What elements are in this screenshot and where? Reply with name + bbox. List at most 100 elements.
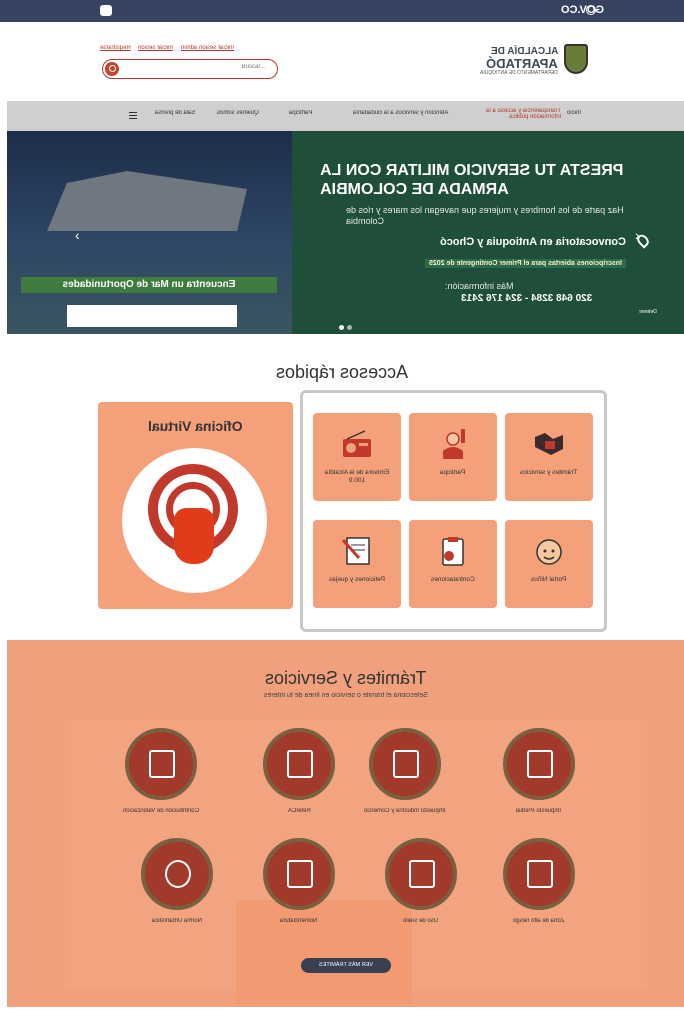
nav-item-participa[interactable]: Participa — [289, 110, 312, 116]
tile-label: Trámites y servicios — [520, 469, 578, 476]
tile-label: Peticiones y quejas — [328, 576, 385, 583]
glyph — [149, 750, 175, 778]
nav-item-transparencia[interactable]: Transparencia y acceso a la información … — [481, 108, 561, 120]
coat-of-arms-icon — [564, 44, 588, 74]
house-icon — [503, 728, 575, 800]
admin-login-link[interactable]: Iniciar sesión admin — [181, 45, 234, 51]
banner-encuentra: Encuentra un Mar de Oportunidades — [21, 277, 277, 293]
svc-label: Norma Urbanística — [151, 918, 202, 924]
banner-phones: 320 648 3284 - 324 176 2413 — [460, 293, 592, 304]
svc-zona-riesgo[interactable]: Zona de alto riesgo — [496, 838, 582, 938]
main-nav: Inicio Transparencia y acceso a la infor… — [7, 101, 684, 131]
accessibility-icon[interactable] — [100, 5, 112, 16]
tile-label: Emisora de la Alcaldía 100.9 — [324, 469, 390, 484]
registered-icon — [141, 838, 213, 910]
banner-mas-info: Más información: — [445, 281, 514, 291]
search-box — [102, 59, 278, 79]
gov-co-link[interactable]: GOV.CO — [561, 4, 604, 16]
logo-line2: APARTADÓ — [486, 56, 558, 71]
carousel-dot[interactable] — [339, 325, 344, 330]
svc-label: Uso de suelo — [403, 918, 439, 924]
hamburger-menu-icon[interactable] — [129, 112, 137, 119]
hero-carousel[interactable]: PRESTA TU SERVICIO MILITAR CON LA ARMADA… — [7, 131, 684, 334]
tile-label: Contrataciones — [431, 576, 475, 583]
nav-item-sala-prensa[interactable]: Sala de prensa — [155, 110, 195, 116]
svc-norma-urbanistica[interactable]: Norma Urbanística — [134, 838, 220, 938]
clipboard-icon — [442, 537, 464, 566]
carousel-prev-icon[interactable]: ‹ — [75, 227, 80, 243]
tramites-subtitle-text: Selecciona el trámite o servicio en líne… — [263, 692, 428, 699]
tramites-subtitle: Selecciona el trámite o servicio en líne… — [7, 692, 684, 699]
glyph — [287, 860, 313, 888]
building-icon — [369, 728, 441, 800]
tramites-title-text: Trámites y Servicios — [264, 668, 427, 688]
svc-industria-comercio[interactable]: Impuesto Industria y Comercio — [362, 728, 448, 828]
sponsor-logos — [67, 305, 237, 327]
glyph — [393, 750, 419, 778]
tile-tramites[interactable]: Trámites y servicios — [505, 413, 593, 501]
svc-label: Zona de alto riesgo — [513, 918, 565, 924]
carousel-dots[interactable] — [339, 317, 355, 334]
svc-label: Nomenclatura — [280, 918, 318, 924]
document-pen-icon — [341, 537, 370, 565]
nav-item-quienes-somos[interactable]: Quiénes somos — [217, 110, 259, 116]
ship-image — [47, 171, 247, 231]
handshake-icon — [535, 433, 563, 455]
tile-portal-ninos[interactable]: Portal Niños — [505, 520, 593, 608]
tile-emisora[interactable]: Emisora de la Alcaldía 100.9 — [313, 413, 401, 501]
glyph — [287, 750, 313, 778]
svc-label: Impuesto Industria y Comercio — [364, 808, 446, 814]
radio-icon — [343, 430, 371, 457]
carousel-pause-button[interactable]: Detener — [639, 309, 657, 315]
svc-label: Impuesto Predial — [516, 808, 562, 814]
hand-shape — [174, 508, 214, 564]
svc-uso-suelo[interactable]: Uso de suelo — [378, 838, 464, 938]
document-icon — [263, 838, 335, 910]
nav-item-atencion[interactable]: Atención y servicios a la ciudadanía — [353, 110, 448, 116]
tile-label: Participa — [440, 469, 466, 476]
gov-top-bar: GOV.CO — [0, 0, 684, 22]
tramites-title: Trámites y Servicios — [7, 668, 684, 689]
accesos-title: Accesos rápidos — [0, 362, 684, 383]
accesos-title-text: Accesos rápidos — [275, 362, 409, 382]
banner-photo — [7, 131, 292, 334]
svc-impuesto-predial[interactable]: Impuesto Predial — [496, 728, 582, 828]
glyph — [527, 860, 553, 888]
nav-item-inicio[interactable]: Inicio — [567, 110, 581, 116]
glyph — [165, 860, 191, 888]
touch-hand-icon — [122, 448, 267, 593]
ver-mas-label: VER MÁS TRÁMITES — [319, 962, 373, 968]
oficina-virtual-card[interactable]: Oficina Virtual — [98, 402, 293, 609]
svc-label: ReteICA — [287, 808, 311, 814]
banner-convocatoria: Convocatoria en Antioquia y Chocó — [440, 236, 626, 248]
oficina-title: Oficina Virtual — [98, 418, 293, 434]
svc-nomenclatura[interactable]: Nomenclatura — [256, 838, 342, 938]
svc-reteica[interactable]: ReteICA — [256, 728, 342, 828]
svc-label: Contribución de Valorización — [123, 808, 199, 814]
banner-subtext: Haz parte de los hombres y mujeres que n… — [346, 205, 624, 226]
user-links: Registrarse Iniciar sesión Iniciar sesió… — [100, 45, 240, 51]
receipt-icon — [263, 728, 335, 800]
register-link[interactable]: Registrarse — [100, 45, 131, 51]
logo-line3: DEPARTAMENTO DE ANTIOQUIA — [480, 70, 558, 76]
svc-valorizacion[interactable]: Contribución de Valorización — [118, 728, 204, 828]
child-face-icon — [536, 539, 562, 565]
search-icon[interactable] — [105, 62, 119, 76]
glyph — [527, 750, 553, 778]
alcaldia-logo[interactable]: ALCALDÍA DE APARTADÓ DEPARTAMENTO DE ANT… — [480, 44, 590, 76]
checklist-icon — [503, 838, 575, 910]
search-input[interactable] — [133, 63, 267, 71]
oficina-title-text: Oficina Virtual — [148, 418, 243, 434]
raised-hand-icon — [443, 429, 465, 459]
login-link[interactable]: Iniciar sesión — [138, 45, 173, 51]
land-icon — [385, 838, 457, 910]
ver-mas-tramites-button[interactable]: VER MÁS TRÁMITES — [301, 958, 391, 973]
glyph — [409, 860, 435, 888]
tile-label: Portal Niños — [531, 576, 567, 583]
carousel-dot[interactable] — [347, 325, 352, 330]
carousel-next-icon[interactable]: › — [635, 227, 640, 243]
tile-peticiones[interactable]: Peticiones y quejas — [313, 520, 401, 608]
tile-contrataciones[interactable]: Contrataciones — [409, 520, 497, 608]
banner-headline: PRESTA TU SERVICIO MILITAR CON LA ARMADA… — [320, 162, 624, 198]
tile-participa[interactable]: Participa — [409, 413, 497, 501]
